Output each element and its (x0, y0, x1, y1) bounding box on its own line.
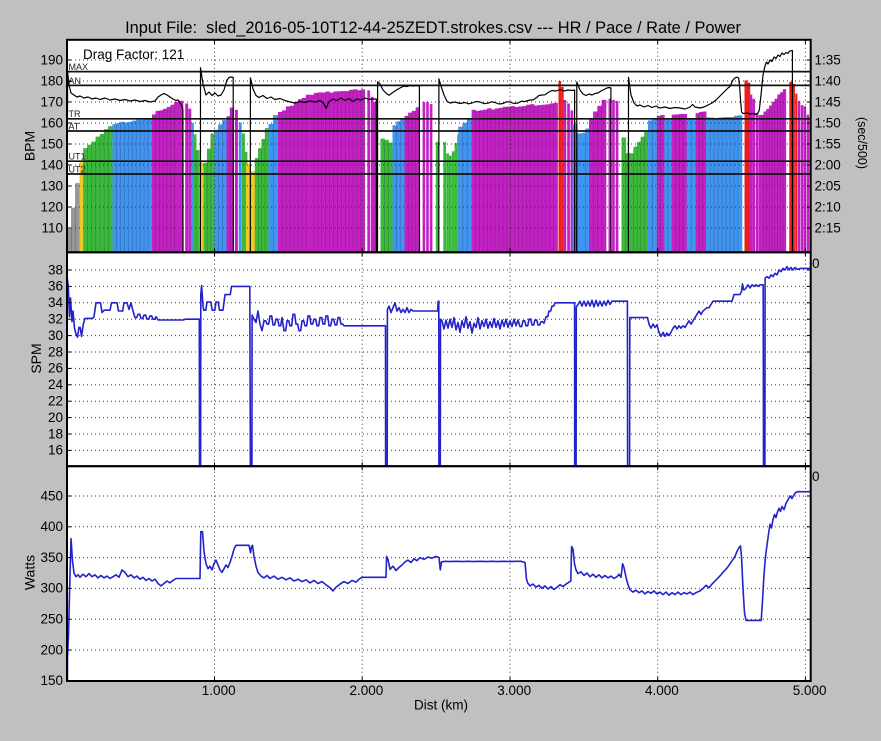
svg-text:Input File: sled_2016-05-10T1: Input File: sled_2016-05-10T12-44-25ZEDT… (125, 19, 741, 37)
svg-text:1:45: 1:45 (815, 94, 841, 109)
svg-text:(sec/500): (sec/500) (855, 117, 869, 169)
svg-text:22: 22 (48, 394, 63, 409)
svg-text:3.000: 3.000 (497, 683, 531, 698)
svg-text:110: 110 (41, 220, 63, 235)
svg-text:28: 28 (48, 344, 63, 359)
svg-text:BPM: BPM (22, 131, 38, 161)
svg-text:SPM: SPM (28, 343, 44, 373)
svg-text:130: 130 (40, 178, 63, 193)
svg-text:190: 190 (40, 52, 63, 67)
svg-text:1:35: 1:35 (815, 52, 841, 67)
svg-text:TR: TR (69, 109, 81, 119)
svg-text:150: 150 (40, 136, 63, 151)
svg-text:Watts: Watts (22, 555, 38, 590)
svg-text:0: 0 (812, 469, 820, 484)
svg-text:120: 120 (40, 199, 63, 214)
svg-text:250: 250 (40, 612, 63, 627)
svg-text:30: 30 (48, 328, 63, 343)
svg-text:UT1: UT1 (69, 152, 86, 162)
svg-text:2:15: 2:15 (815, 220, 841, 235)
svg-text:4.000: 4.000 (645, 683, 679, 698)
svg-text:140: 140 (40, 157, 63, 172)
svg-text:2.000: 2.000 (350, 683, 384, 698)
svg-text:20: 20 (48, 410, 63, 425)
svg-text:400: 400 (40, 519, 63, 534)
svg-text:0: 0 (812, 256, 820, 271)
svg-text:36: 36 (48, 279, 63, 294)
svg-text:34: 34 (48, 295, 64, 310)
svg-text:Drag Factor: 121: Drag Factor: 121 (83, 47, 184, 62)
svg-text:1:55: 1:55 (815, 136, 841, 151)
svg-text:150: 150 (40, 673, 63, 688)
svg-text:1.000: 1.000 (202, 683, 236, 698)
svg-text:1:40: 1:40 (815, 73, 841, 88)
svg-text:160: 160 (40, 115, 63, 130)
svg-text:2:00: 2:00 (815, 157, 841, 172)
svg-text:1:50: 1:50 (815, 115, 841, 130)
svg-text:16: 16 (48, 443, 63, 458)
svg-text:Dist (km): Dist (km) (414, 698, 468, 713)
svg-text:2:10: 2:10 (815, 199, 841, 214)
svg-text:32: 32 (48, 312, 63, 327)
svg-text:2:05: 2:05 (815, 178, 841, 193)
svg-text:24: 24 (48, 377, 64, 392)
svg-text:300: 300 (40, 581, 63, 596)
svg-text:5.000: 5.000 (793, 683, 827, 698)
svg-text:38: 38 (48, 262, 63, 277)
svg-text:MAX: MAX (69, 62, 89, 72)
svg-text:180: 180 (40, 73, 63, 88)
svg-text:18: 18 (48, 426, 63, 441)
svg-text:200: 200 (40, 642, 63, 657)
svg-text:UT2: UT2 (69, 164, 86, 174)
svg-text:450: 450 (40, 488, 63, 503)
svg-text:170: 170 (40, 94, 63, 109)
svg-text:26: 26 (48, 361, 63, 376)
svg-text:350: 350 (40, 550, 63, 565)
